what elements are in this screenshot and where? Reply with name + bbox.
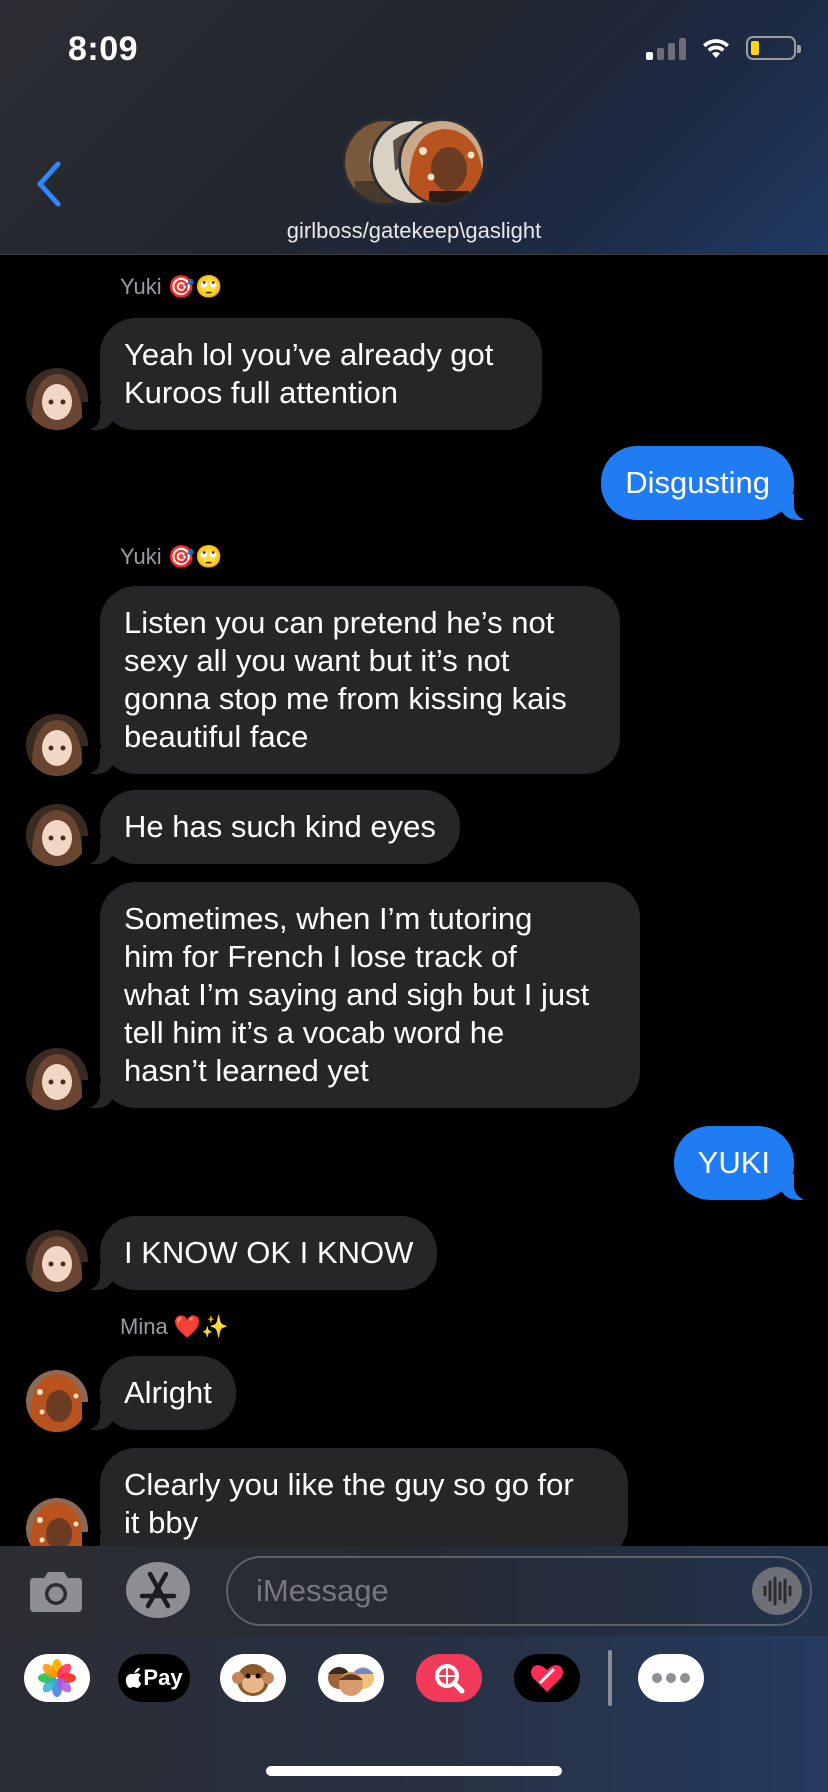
digital-touch-app-icon	[531, 1665, 563, 1692]
group-member-avatar	[398, 118, 486, 206]
yuki-avatar[interactable]	[26, 714, 88, 776]
mina-avatar[interactable]	[26, 1498, 88, 1546]
sender-name: Mina ❤️✨	[120, 1314, 228, 1340]
apple-logo-icon	[126, 1667, 142, 1688]
photos-app-button[interactable]	[24, 1654, 90, 1702]
incoming-message-bubble[interactable]: I KNOW OK I KNOW	[81, 1216, 438, 1290]
yuki-avatar[interactable]	[26, 1230, 88, 1292]
incoming-message-bubble[interactable]: He has such kind eyes	[82, 790, 460, 864]
message-field[interactable]	[226, 1556, 812, 1626]
sender-emoji: 🎯🙄	[167, 274, 223, 299]
sender-name: Yuki 🎯🙄	[120, 544, 222, 570]
group-name[interactable]: girlboss/gatekeep\gaslight	[0, 218, 828, 244]
message-input[interactable]	[256, 1558, 716, 1624]
mina-avatar[interactable]	[26, 1370, 88, 1432]
memoji-app-icon	[328, 1667, 374, 1696]
incoming-message-bubble[interactable]: Listen you can pretend he’s not sexy all…	[82, 586, 620, 774]
app-drawer: Pay	[0, 1636, 828, 1792]
compose-bar	[0, 1546, 828, 1636]
yuki-avatar[interactable]	[26, 368, 88, 430]
sender-name-text: Yuki	[120, 544, 162, 569]
incoming-message-bubble[interactable]: Sometimes, when I’m tutoring him for Fre…	[82, 882, 640, 1108]
battery-icon	[746, 36, 801, 60]
more-apps-icon	[652, 1673, 690, 1683]
conversation-header: 8:09 girlboss/gatekeep\gaslight	[0, 0, 828, 255]
camera-button[interactable]	[28, 1568, 84, 1614]
back-button[interactable]	[28, 156, 72, 212]
more-apps-button[interactable]	[638, 1654, 704, 1702]
cellular-signal-icon	[646, 36, 686, 60]
photos-app-icon	[38, 1659, 76, 1697]
outgoing-message-bubble[interactable]: YUKI	[673, 1126, 813, 1200]
outgoing-message-bubble[interactable]: Disgusting	[601, 446, 812, 520]
voice-message-button[interactable]	[752, 1567, 802, 1615]
drawer-divider	[608, 1650, 612, 1706]
camera-icon	[30, 1572, 82, 1612]
sender-emoji: ❤️✨	[173, 1314, 229, 1339]
incoming-message-bubble[interactable]: Alright	[82, 1356, 236, 1430]
app-store-button[interactable]	[126, 1562, 190, 1618]
message-list[interactable]: Yuki 🎯🙄 Yeah lol you’ve already got Kuro…	[0, 256, 828, 1546]
incoming-message-bubble[interactable]: Clearly you like the guy so go for it bb…	[82, 1448, 628, 1546]
home-indicator[interactable]	[266, 1766, 562, 1776]
sender-emoji: 🎯🙄	[167, 544, 223, 569]
animoji-app-icon	[232, 1664, 274, 1696]
yuki-avatar[interactable]	[26, 804, 88, 866]
sender-name-text: Yuki	[120, 274, 162, 299]
image-search-app-icon	[435, 1664, 465, 1694]
animoji-app-button[interactable]	[220, 1654, 286, 1702]
group-avatars[interactable]	[342, 118, 488, 206]
status-icons	[646, 36, 801, 60]
waveform-icon	[763, 1576, 792, 1606]
status-time: 8:09	[68, 30, 139, 68]
wifi-icon	[703, 39, 729, 58]
apple-pay-app-button[interactable]: Pay	[118, 1654, 190, 1702]
memoji-app-button[interactable]	[318, 1654, 384, 1702]
yuki-avatar[interactable]	[26, 1048, 88, 1110]
digital-touch-app-button[interactable]	[514, 1654, 580, 1702]
image-search-app-button[interactable]	[416, 1654, 482, 1702]
chevron-left-icon	[37, 161, 61, 207]
incoming-message-bubble[interactable]: Yeah lol you’ve already got Kuroos full …	[82, 318, 542, 430]
sender-name: Yuki 🎯🙄	[120, 274, 222, 300]
app-store-icon	[139, 1571, 177, 1609]
apple-pay-label: Pay	[143, 1665, 183, 1690]
sender-name-text: Mina	[120, 1314, 168, 1339]
